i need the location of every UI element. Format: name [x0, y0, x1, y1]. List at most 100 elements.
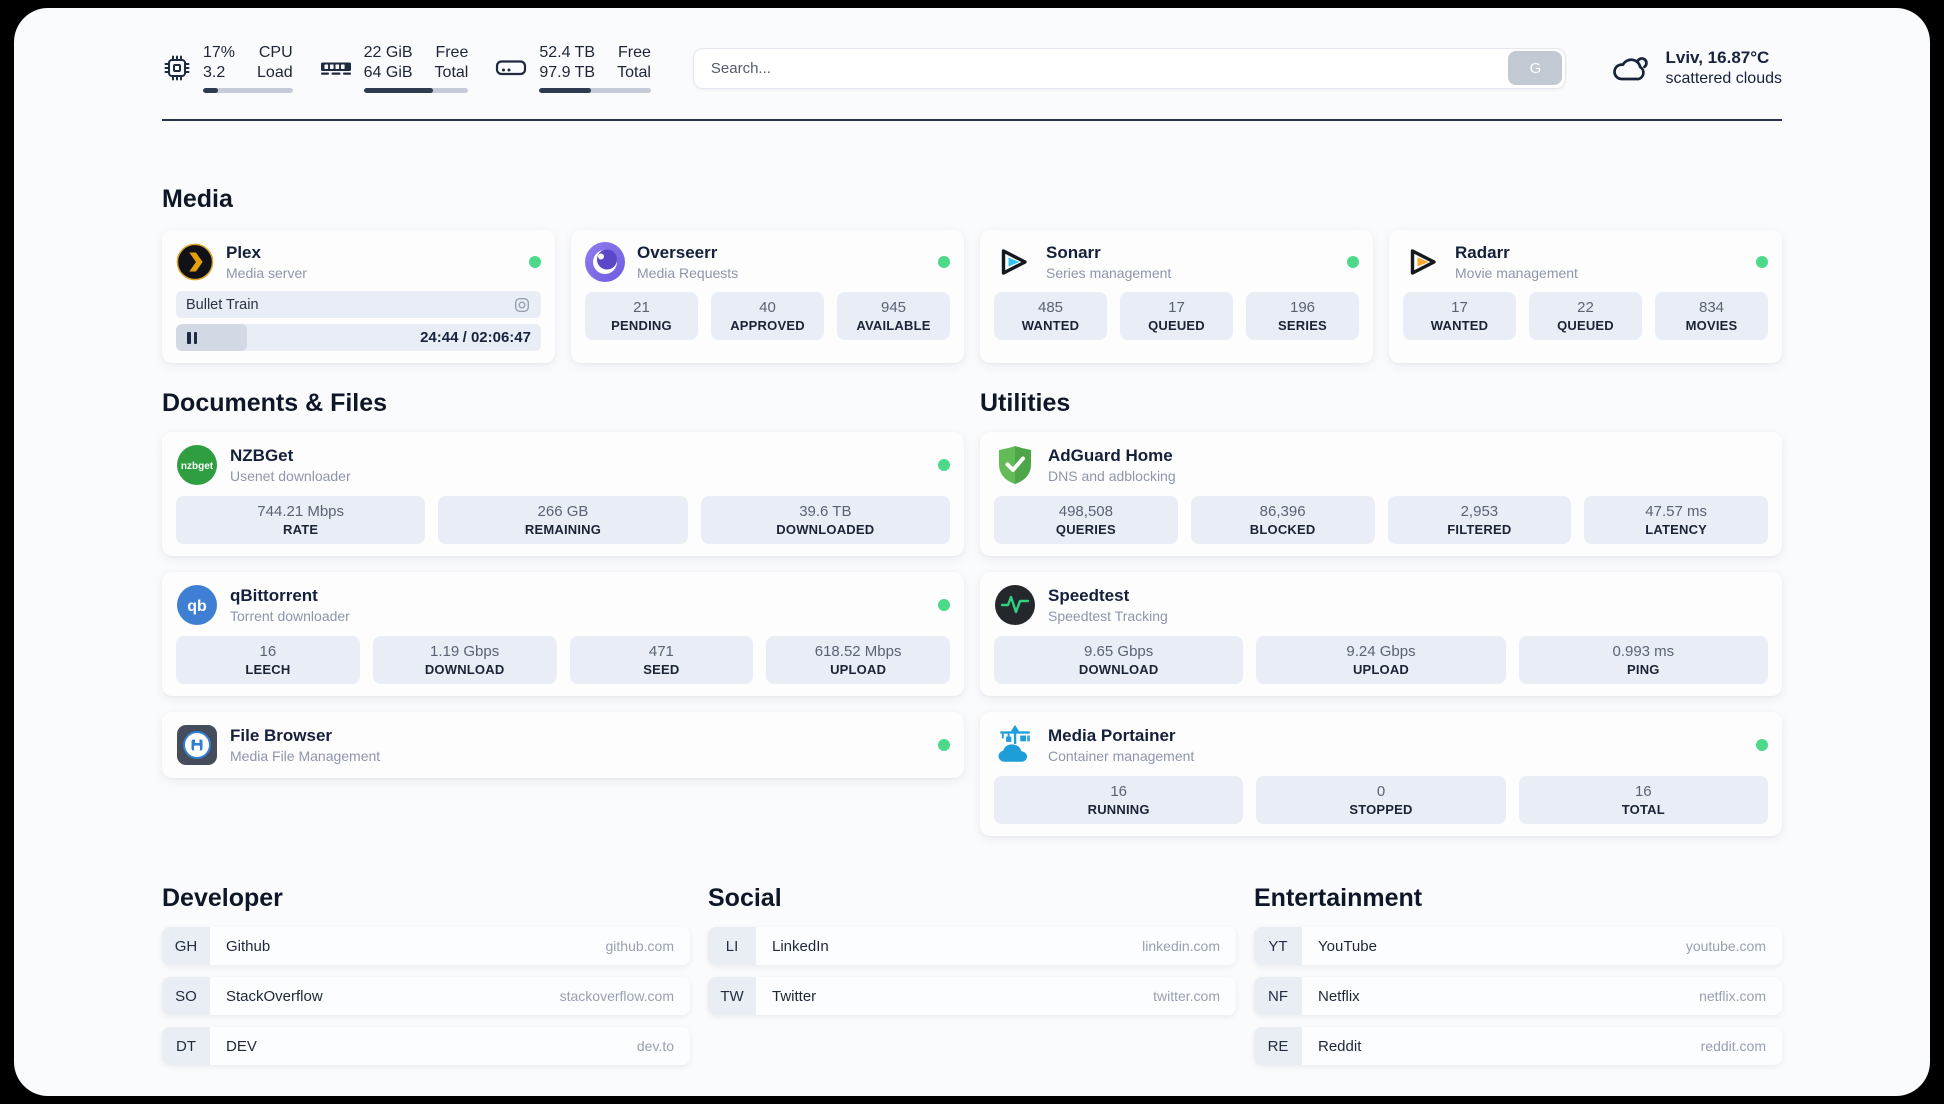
portainer-card[interactable]: Media Portainer Container management 16 …	[980, 712, 1782, 837]
dashboard-page: 17% 3.2 CPU Load 22 GiB 64 GiB Free Tota…	[14, 8, 1930, 1096]
ram-icon	[320, 62, 351, 75]
bookmark-name: Github	[226, 937, 271, 955]
cpu-monitor: 17% 3.2 CPU Load	[162, 43, 293, 93]
playback-progress-bar[interactable]: 24:44 / 02:06:47	[176, 324, 541, 352]
filebrowser-card[interactable]: File Browser Media File Management	[162, 712, 964, 779]
sonarr-card[interactable]: Sonarr Series management 485 WANTED 17 Q…	[980, 230, 1373, 364]
stat-wanted: 485 WANTED	[994, 292, 1107, 341]
documents-column: Documents & Files nzbget NZBGet Usenet d…	[162, 389, 964, 779]
stat-filtered: 2,953 FILTERED	[1387, 496, 1572, 545]
section-title-entertainment: Entertainment	[1254, 884, 1423, 913]
stat-queries: 498,508 QUERIES	[994, 496, 1178, 545]
bookmark-name: StackOverflow	[226, 987, 323, 1005]
filebrowser-icon	[177, 725, 217, 766]
app-description: Series management	[1046, 265, 1172, 282]
search-engine-button[interactable]: G	[1508, 51, 1563, 85]
bookmark-url: twitter.com	[1153, 988, 1220, 1005]
bookmark-abbr: TW	[708, 977, 756, 1016]
app-description: Torrent downloader	[230, 608, 350, 625]
stat-downloaded: 39.6 TB DOWNLOADED	[700, 496, 950, 545]
app-description: Media File Management	[230, 748, 381, 765]
nzbget-card[interactable]: nzbget NZBGet Usenet downloader 744.21 M…	[162, 432, 964, 557]
speedtest-card[interactable]: Speedtest Speedtest Tracking 9.65 Gbps D…	[980, 572, 1782, 697]
qbittorrent-icon: qb	[177, 585, 217, 626]
disk-progress-fill	[539, 87, 591, 93]
section-title-media: Media	[162, 185, 233, 213]
radarr-icon	[1410, 249, 1436, 275]
bookmark-dev[interactable]: DT DEV dev.to	[162, 1027, 690, 1066]
status-online-dot	[529, 256, 541, 269]
stat-approved: 40 APPROVED	[711, 292, 824, 341]
header-divider	[162, 119, 1782, 121]
bookmark-name: Twitter	[772, 987, 817, 1005]
disk-free-value: 52.4 TB	[539, 44, 596, 62]
bookmark-linkedin[interactable]: LI LinkedIn linkedin.com	[708, 927, 1236, 966]
bookmark-url: linkedin.com	[1142, 938, 1220, 955]
plex-card[interactable]: Plex Media server Bullet Train 24:44 / 0…	[162, 230, 555, 364]
disk-progress-track	[539, 87, 651, 93]
cpu-usage-label: CPU	[258, 44, 293, 62]
cpu-load-value: 3.2	[203, 64, 226, 81]
memory-progress-track	[363, 87, 469, 93]
bookmarks-social: Social LI LinkedIn linkedin.com TW Twitt…	[708, 884, 1236, 1027]
bookmark-abbr: RE	[1254, 1027, 1302, 1066]
weather-widget[interactable]: Lviv, 16.87°C scattered clouds	[1608, 46, 1782, 90]
app-name: Media Portainer	[1048, 726, 1176, 746]
app-name: NZBGet	[230, 446, 294, 466]
qbittorrent-card[interactable]: qb qBittorrent Torrent downloader 16 LEE…	[162, 572, 964, 697]
bookmark-twitter[interactable]: TW Twitter twitter.com	[708, 977, 1236, 1016]
memory-free-value: 22 GiB	[363, 44, 413, 62]
plex-icon	[176, 243, 214, 281]
bookmark-url: github.com	[605, 938, 674, 955]
bookmark-url: stackoverflow.com	[559, 988, 674, 1005]
adguard-card[interactable]: AdGuard Home DNS and adblocking 498,508 …	[980, 432, 1782, 557]
nzbget-icon-label: nzbget	[181, 461, 214, 472]
bookmarks-entertainment: Entertainment YT YouTube youtube.com NF …	[1254, 884, 1782, 1077]
status-online-dot	[1756, 256, 1768, 269]
memory-monitor: 22 GiB 64 GiB Free Total	[319, 43, 469, 93]
speedtest-icon	[995, 585, 1035, 626]
disk-total-label: Total	[617, 64, 651, 81]
memory-free-label: Free	[435, 44, 469, 62]
bookmark-stackoverflow[interactable]: SO StackOverflow stackoverflow.com	[162, 977, 690, 1016]
stat-queued: 22 QUEUED	[1529, 292, 1642, 341]
bookmark-url: reddit.com	[1700, 1038, 1766, 1055]
bookmark-name: LinkedIn	[772, 937, 829, 955]
app-name: Sonarr	[1046, 243, 1101, 262]
bookmark-youtube[interactable]: YT YouTube youtube.com	[1254, 927, 1782, 966]
app-name: AdGuard Home	[1048, 446, 1173, 466]
disk-total-value: 97.9 TB	[539, 64, 596, 81]
stat-ping: 0.993 ms PING	[1518, 636, 1768, 685]
status-online-dot	[938, 739, 950, 752]
stat-total: 16 TOTAL	[1518, 776, 1768, 825]
portainer-icon	[998, 725, 1031, 763]
overseerr-card[interactable]: Overseerr Media Requests 21 PENDING 40 A…	[571, 230, 964, 364]
bookmark-abbr: YT	[1254, 927, 1302, 966]
bookmark-url: dev.to	[636, 1038, 674, 1055]
disk-monitor: 52.4 TB 97.9 TB Free Total	[494, 43, 651, 93]
bookmarks-developer: Developer GH Github github.com SO StackO…	[162, 884, 690, 1077]
screen-icon	[514, 297, 530, 312]
qbittorrent-icon-label: qb	[187, 598, 207, 615]
stat-upload: 618.52 Mbps UPLOAD	[766, 636, 950, 685]
cloud-icon	[1613, 57, 1649, 81]
stat-blocked: 86,396 BLOCKED	[1190, 496, 1375, 545]
radarr-card[interactable]: Radarr Movie management 17 WANTED 22 QUE…	[1389, 230, 1782, 364]
weather-location-temp: Lviv, 16.87°C	[1665, 47, 1770, 67]
app-name: Speedtest	[1048, 586, 1130, 606]
app-description: DNS and adblocking	[1048, 468, 1176, 485]
search-input[interactable]	[693, 59, 1509, 77]
now-playing-row: Bullet Train	[176, 291, 541, 319]
stat-download: 9.65 Gbps DOWNLOAD	[994, 636, 1244, 685]
app-description: Container management	[1048, 748, 1195, 765]
memory-total-label: Total	[434, 64, 469, 81]
app-description: Usenet downloader	[230, 468, 351, 485]
bookmark-github[interactable]: GH Github github.com	[162, 927, 690, 966]
bookmark-url: youtube.com	[1685, 938, 1766, 955]
stat-series: 196 SERIES	[1246, 292, 1359, 341]
bookmark-abbr: DT	[162, 1027, 210, 1066]
bookmark-abbr: LI	[708, 927, 756, 966]
pause-button[interactable]	[187, 331, 197, 344]
bookmark-netflix[interactable]: NF Netflix netflix.com	[1254, 977, 1782, 1016]
bookmark-reddit[interactable]: RE Reddit reddit.com	[1254, 1027, 1782, 1066]
